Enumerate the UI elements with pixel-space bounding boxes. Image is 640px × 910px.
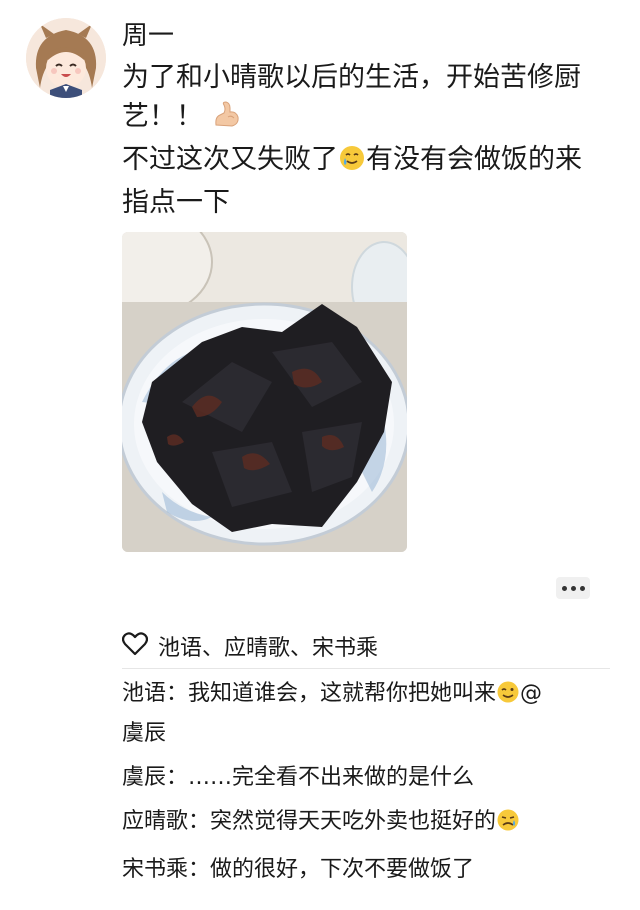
- post-line-text: 为了和小晴歌以后的生活，开始苦修厨: [122, 62, 581, 93]
- comment-separator: ：: [166, 765, 189, 790]
- burnt-food-plate-image: [122, 232, 407, 552]
- comment-separator: ：: [188, 809, 211, 834]
- comment-author[interactable]: 池语: [122, 681, 166, 706]
- winking-face-emoji-icon: [496, 680, 520, 716]
- dot: [579, 585, 585, 591]
- flexed-biceps-emoji-icon: [212, 99, 242, 140]
- moments-post: 周一 为了和小晴歌以后的生活，开始苦修厨 艺！！ 不过这次又失败了 有没有会做饭…: [0, 0, 640, 910]
- comment-text: 突然觉得天天吃外卖也挺好的: [210, 809, 497, 834]
- comment-item[interactable]: 应晴歌：突然觉得天天吃外卖也挺好的: [122, 804, 610, 844]
- post-line-text: 艺！！: [122, 101, 203, 132]
- comment-item[interactable]: 池语：我知道谁会，这就帮你把她叫来 @ 虞辰: [122, 676, 610, 752]
- comments-list: 池语：我知道谁会，这就帮你把她叫来 @ 虞辰 虞辰：……完全看不出来做的是什么 应晴…: [122, 676, 610, 896]
- comment-text: ……完全看不出来做的是什么: [188, 765, 475, 790]
- post-line: 指点一下: [122, 183, 602, 222]
- more-dots-icon[interactable]: [556, 577, 590, 599]
- post-line-text: 不过这次又失败了: [122, 144, 338, 175]
- heart-outline-icon: [121, 632, 149, 660]
- dot: [570, 585, 576, 591]
- smiling-face-with-tear-emoji-icon: [338, 144, 366, 183]
- anime-girl-avatar-icon: [26, 18, 106, 98]
- post-line-text: 有没有会做饭的来: [366, 144, 582, 175]
- likes-row: 池语、应晴歌、宋书乘: [121, 624, 610, 669]
- comment-item[interactable]: 虞辰：……完全看不出来做的是什么: [122, 760, 610, 796]
- comment-author[interactable]: 宋书乘: [122, 857, 188, 882]
- comment-separator: ：: [188, 857, 211, 882]
- comment-text: 我知道谁会，这就帮你把她叫来: [188, 681, 497, 706]
- post-line: 艺！！: [122, 97, 602, 140]
- liker-names[interactable]: 池语、应晴歌、宋书乘: [158, 630, 378, 662]
- post-photo[interactable]: [122, 232, 407, 552]
- comment-text: 做的很好，下次不要做饭了: [210, 857, 475, 882]
- post-text: 为了和小晴歌以后的生活，开始苦修厨 艺！！ 不过这次又失败了 有没有会做饭的来 …: [122, 58, 602, 222]
- author-name[interactable]: 周一: [122, 18, 174, 54]
- comment-separator: ：: [166, 681, 189, 706]
- sad-but-relieved-face-emoji-icon: [496, 808, 520, 844]
- avatar[interactable]: [26, 18, 106, 98]
- comment-author[interactable]: 应晴歌: [122, 809, 188, 834]
- comment-author[interactable]: 虞辰: [122, 765, 166, 790]
- post-line-text: 指点一下: [122, 187, 230, 218]
- post-line: 为了和小晴歌以后的生活，开始苦修厨: [122, 58, 602, 97]
- post-line: 不过这次又失败了 有没有会做饭的来: [122, 140, 602, 183]
- mention-at[interactable]: @: [520, 681, 542, 706]
- mention-name[interactable]: 虞辰: [122, 721, 166, 746]
- dot: [561, 585, 567, 591]
- comment-item[interactable]: 宋书乘：做的很好，下次不要做饭了: [122, 852, 610, 888]
